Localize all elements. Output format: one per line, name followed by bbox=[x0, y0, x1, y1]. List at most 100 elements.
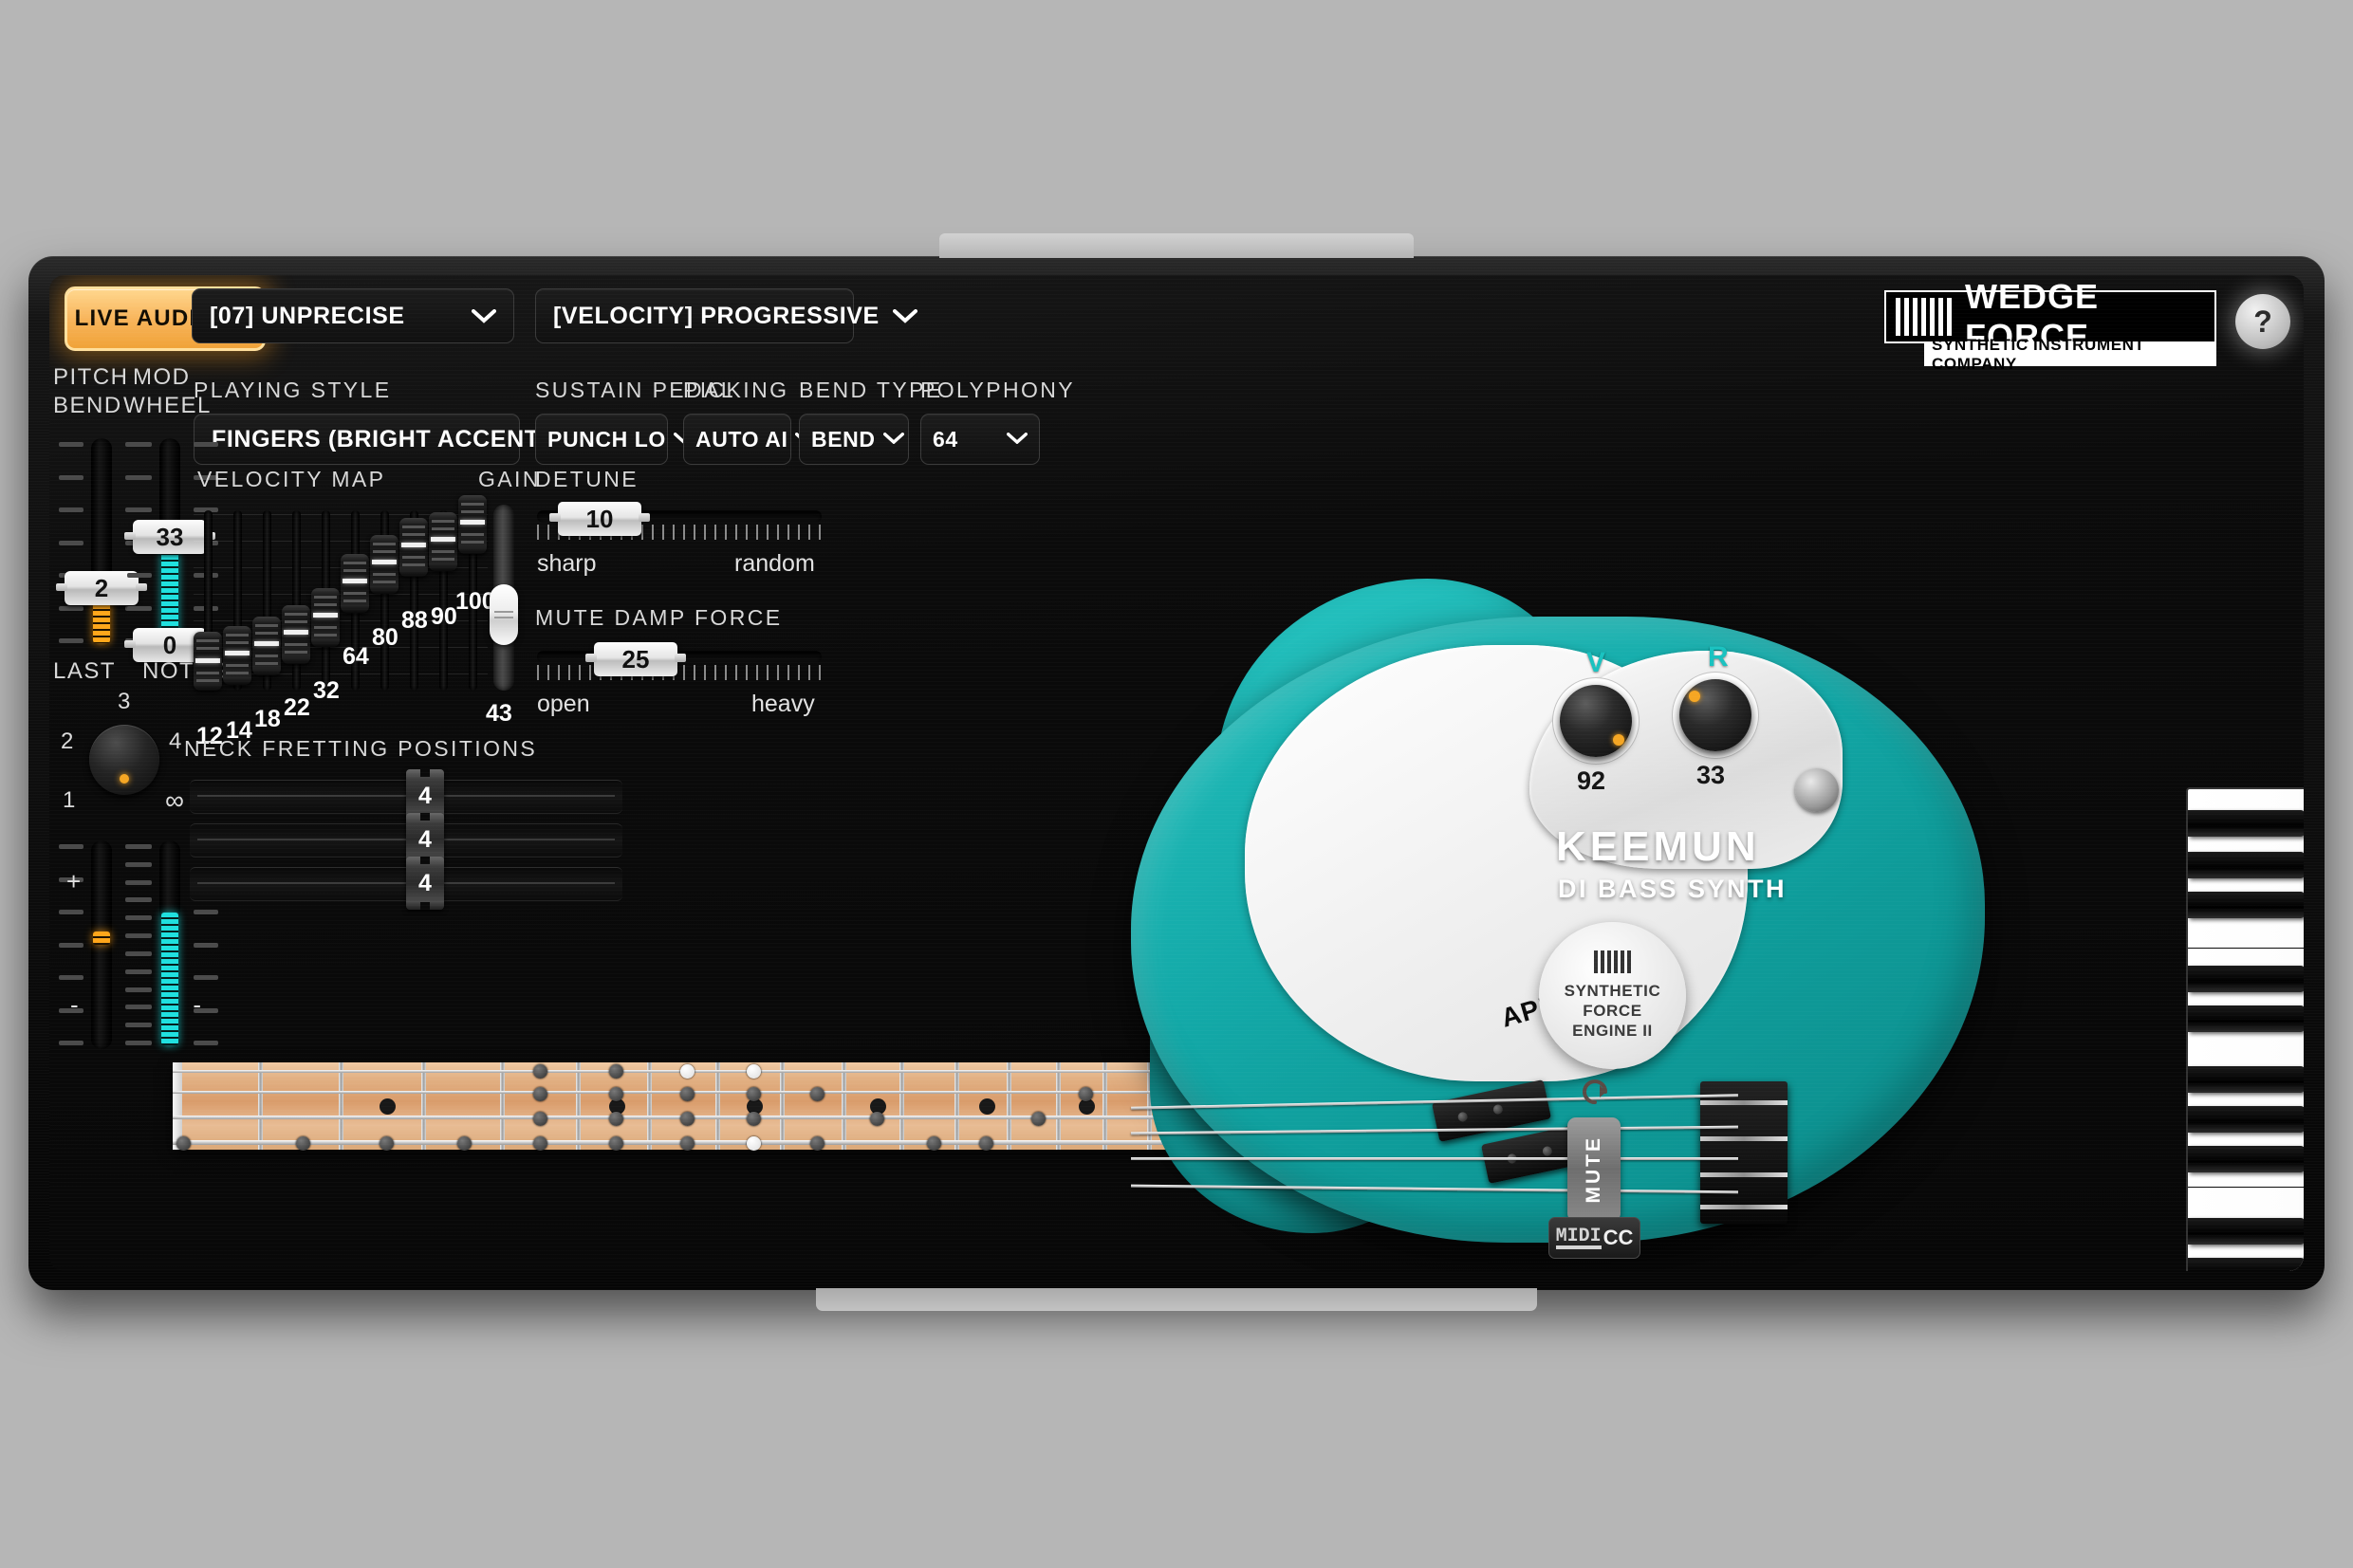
piano-black-key[interactable] bbox=[2188, 1218, 2304, 1245]
badge-line-3: ENGINE II bbox=[1572, 1022, 1653, 1041]
tone-knob-pointer bbox=[1689, 691, 1700, 702]
mod-wheel-bottom-value: 0 bbox=[162, 630, 177, 659]
fret-position-slider-3[interactable]: 4 bbox=[190, 857, 622, 910]
velocity-slider-7[interactable] bbox=[370, 510, 398, 691]
velocity-value-5: 32 bbox=[313, 677, 340, 704]
velocity-slider-4[interactable] bbox=[282, 510, 310, 691]
piano-black-key[interactable] bbox=[2188, 892, 2304, 918]
volume-knob-value: 92 bbox=[1577, 766, 1606, 795]
gain-slider-knob[interactable] bbox=[490, 584, 518, 645]
chevron-down-icon bbox=[1007, 432, 1028, 447]
picking-dropdown[interactable]: AUTO AI bbox=[683, 414, 817, 465]
mod-wheel-top-value: 33 bbox=[156, 522, 184, 551]
tone-knob-label: R bbox=[1708, 641, 1729, 673]
sustain-pedal-dropdown[interactable]: PUNCH LO bbox=[535, 414, 695, 465]
mute-damp-slider[interactable]: 25 bbox=[537, 642, 822, 681]
guitar-model-sub: DI BASS SYNTH bbox=[1558, 875, 1788, 903]
fret-position-value-1: 4 bbox=[418, 782, 432, 809]
last-notes-option-3[interactable]: 3 bbox=[118, 689, 130, 715]
piano-black-key[interactable] bbox=[2188, 1066, 2304, 1093]
engine-badge: SYNTHETIC FORCE ENGINE II bbox=[1539, 922, 1686, 1069]
pitch-bend-ticks-left bbox=[59, 442, 83, 643]
velocity-slider-7-knob[interactable] bbox=[370, 535, 398, 594]
piano-black-key[interactable] bbox=[2188, 852, 2304, 878]
playing-style-dropdown[interactable]: FINGERS (BRIGHT ACCENT) bbox=[194, 414, 586, 465]
piano-black-key[interactable] bbox=[2188, 966, 2304, 992]
plugin-window: LIVE AUDITION [07] UNPRECISE [VELOCITY] … bbox=[0, 0, 2353, 1568]
left-fader-track[interactable] bbox=[91, 840, 112, 1049]
piano-black-key[interactable] bbox=[2188, 1258, 2304, 1271]
brand-tagline-wrap: SYNTHETIC INSTRUMENT COMPANY bbox=[1924, 336, 2216, 373]
velocity-slider-6-knob[interactable] bbox=[341, 554, 369, 613]
velocity-slider-5[interactable] bbox=[311, 510, 340, 691]
polyphony-value: 64 bbox=[933, 426, 958, 452]
bass-guitar-graphic: V 92 R 33 KEEMUN DI BASS SYNTH APP SYNTH… bbox=[1131, 579, 2089, 1271]
last-notes-option-infinite[interactable]: ∞ bbox=[165, 785, 184, 816]
velocity-slider-3-knob[interactable] bbox=[252, 617, 281, 675]
polyphony-dropdown[interactable]: 64 bbox=[920, 414, 1040, 465]
tone-knob[interactable] bbox=[1679, 679, 1751, 751]
velocity-slider-1-knob[interactable] bbox=[194, 632, 222, 691]
rotate-icon[interactable] bbox=[1577, 1074, 1613, 1110]
velocity-value-6: 64 bbox=[343, 643, 369, 670]
mute-damp-min-label: open bbox=[537, 691, 590, 717]
velocity-slider-1[interactable] bbox=[194, 510, 222, 691]
velocity-slider-8[interactable] bbox=[399, 510, 428, 691]
piano-black-key[interactable] bbox=[2188, 1005, 2304, 1032]
fret-position-value-2: 4 bbox=[418, 825, 432, 853]
mute-damp-slider-ruler bbox=[537, 665, 822, 680]
piano-black-key[interactable] bbox=[2188, 810, 2304, 837]
velocity-slider-2-knob[interactable] bbox=[223, 626, 251, 685]
picking-label: PICKING bbox=[683, 378, 789, 402]
bend-type-dropdown[interactable]: BEND bbox=[799, 414, 909, 465]
barcode-icon bbox=[1896, 298, 1952, 336]
shell-bottom-notch bbox=[816, 1288, 1537, 1311]
velocity-slider-9-knob[interactable] bbox=[429, 512, 457, 571]
right-fader-led bbox=[161, 913, 178, 1045]
velocity-slider-10-knob[interactable] bbox=[458, 495, 487, 554]
detune-slider-thumb[interactable]: 10 bbox=[549, 502, 650, 536]
last-notes-label-1: LAST bbox=[53, 658, 117, 684]
detune-slider[interactable]: 10 bbox=[537, 502, 822, 541]
volume-knob[interactable] bbox=[1560, 685, 1632, 757]
fret-slider-3-thumb[interactable]: 4 bbox=[406, 857, 444, 910]
piano-keyboard[interactable] bbox=[2186, 787, 2304, 1271]
shell-top-notch bbox=[939, 233, 1414, 258]
left-fader-led bbox=[93, 932, 110, 945]
gain-slider[interactable] bbox=[488, 505, 520, 691]
last-notes-option-1[interactable]: 1 bbox=[63, 787, 75, 814]
last-notes-option-4[interactable]: 4 bbox=[169, 729, 181, 755]
last-notes-knob[interactable] bbox=[89, 725, 159, 795]
velocity-slider-5-knob[interactable] bbox=[311, 588, 340, 647]
mod-wheel-label-line1: MOD bbox=[133, 364, 191, 390]
velocity-slider-3[interactable] bbox=[252, 510, 281, 691]
gain-label: GAIN bbox=[478, 467, 541, 491]
fret-position-value-3: 4 bbox=[418, 869, 432, 896]
chevron-down-icon bbox=[892, 308, 917, 323]
velocity-slider-2[interactable] bbox=[223, 510, 251, 691]
playing-style-value: FINGERS (BRIGHT ACCENT) bbox=[212, 425, 548, 452]
neck-fretting-title: NECK FRETTING POSITIONS bbox=[184, 736, 538, 761]
last-notes-option-2[interactable]: 2 bbox=[61, 729, 73, 755]
piano-white-key[interactable] bbox=[2188, 1028, 2304, 1068]
preset-dropdown[interactable]: [07] UNPRECISE bbox=[192, 288, 514, 343]
velocity-slider-9[interactable] bbox=[429, 510, 457, 691]
velocity-slider-8-knob[interactable] bbox=[399, 518, 428, 577]
chevron-down-icon bbox=[472, 308, 496, 323]
mute-damp-slider-thumb[interactable]: 25 bbox=[585, 642, 686, 676]
picking-value: AUTO AI bbox=[695, 426, 788, 452]
pitch-bend-label-line2: BEND bbox=[53, 393, 122, 418]
velocity-slider-4-knob[interactable] bbox=[282, 605, 310, 664]
help-button[interactable]: ? bbox=[2235, 294, 2290, 349]
piano-black-key[interactable] bbox=[2188, 1146, 2304, 1172]
detune-label: DETUNE bbox=[535, 467, 639, 491]
right-fader-minus-label: - bbox=[193, 990, 201, 1019]
midi-cc-badge[interactable]: MIDI CC bbox=[1548, 1217, 1640, 1259]
fret-position-slider-1[interactable]: 4 bbox=[190, 769, 622, 822]
velocity-map-title: VELOCITY MAP bbox=[197, 467, 386, 491]
piano-black-key[interactable] bbox=[2188, 1106, 2304, 1133]
velocity-value-3: 18 bbox=[254, 706, 281, 732]
fret-position-slider-2[interactable]: 4 bbox=[190, 813, 622, 866]
mute-button[interactable]: MUTE bbox=[1567, 1117, 1621, 1222]
velocity-preset-dropdown[interactable]: [VELOCITY] PROGRESSIVE bbox=[535, 288, 917, 343]
